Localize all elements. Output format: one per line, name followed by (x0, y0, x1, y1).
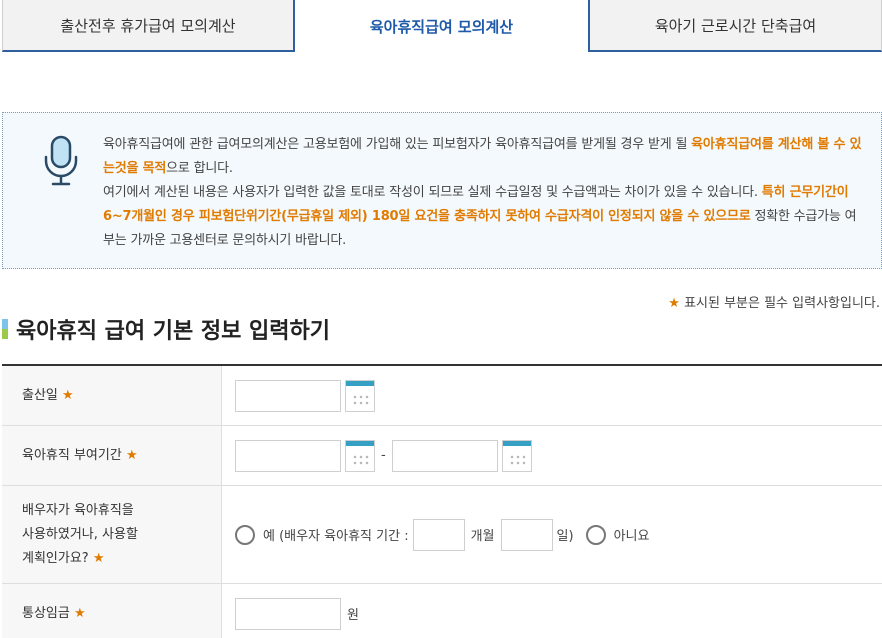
label-wage: 통상임금 ★ (2, 584, 222, 638)
row-spouse-leave: 배우자가 육아휴직을 사용하였거나, 사용할 계획인가요? ★ 예 (배우자 육… (2, 486, 882, 584)
tab-parental-leave[interactable]: 육아휴직급여 모의계산 (295, 0, 588, 52)
leave-end-input[interactable] (391, 439, 498, 472)
spouse-no-radio[interactable] (585, 524, 606, 545)
spouse-no-label: 아니요 (613, 529, 650, 544)
spouse-yes-radio[interactable] (235, 524, 255, 545)
required-note: ★ 표시된 부분은 필수 입력사항입니다. (668, 296, 880, 311)
spouse-days-input[interactable] (500, 518, 553, 551)
range-dash: - (381, 448, 386, 463)
tab-maternity-leave[interactable]: 출산전후 휴가급여 모의계산 (2, 0, 295, 52)
row-birth-date: 출산일 ★ (2, 366, 882, 426)
notice-text: 육아휴직급여에 관한 급여모의계산은 고용보험에 가입해 있는 피보험자가 육아… (103, 137, 862, 248)
row-wage: 통상임금 ★ 원 (2, 584, 882, 638)
birth-date-input[interactable] (235, 379, 341, 412)
calendar-icon[interactable] (501, 439, 532, 472)
wage-input[interactable] (235, 597, 341, 630)
required-star-icon: ★ (668, 296, 680, 311)
form-table: 출산일 ★ 육아휴직 부여기간 ★ - 배우자가 육아휴직을 사용하였거나, 사… (2, 364, 882, 638)
months-unit: 개월 (470, 529, 495, 544)
section-bar-icon (2, 319, 8, 339)
label-birth-date: 출산일 ★ (2, 366, 222, 425)
spouse-yes-label: 예 (배우자 육아휴직 기간 : (263, 529, 409, 544)
calendar-icon[interactable] (345, 439, 375, 472)
days-unit: 일) (556, 529, 574, 544)
section-title: 육아휴직 급여 기본 정보 입력하기 (2, 313, 330, 345)
label-spouse-leave: 배우자가 육아휴직을 사용하였거나, 사용할 계획인가요? ★ (2, 486, 222, 583)
tab-reduced-hours[interactable]: 육아기 근로시간 단축급여 (588, 0, 882, 52)
row-leave-period: 육아휴직 부여기간 ★ - (2, 426, 882, 486)
calendar-icon[interactable] (345, 379, 375, 412)
spouse-months-input[interactable] (412, 518, 465, 551)
wage-unit: 원 (347, 608, 359, 623)
microphone-icon (44, 135, 78, 186)
leave-start-input[interactable] (235, 439, 341, 472)
notice-box: 육아휴직급여에 관한 급여모의계산은 고용보험에 가입해 있는 피보험자가 육아… (2, 112, 882, 269)
label-leave-period: 육아휴직 부여기간 ★ (2, 426, 222, 485)
tab-bar: 출산전후 휴가급여 모의계산 육아휴직급여 모의계산 육아기 근로시간 단축급여 (0, 0, 882, 52)
